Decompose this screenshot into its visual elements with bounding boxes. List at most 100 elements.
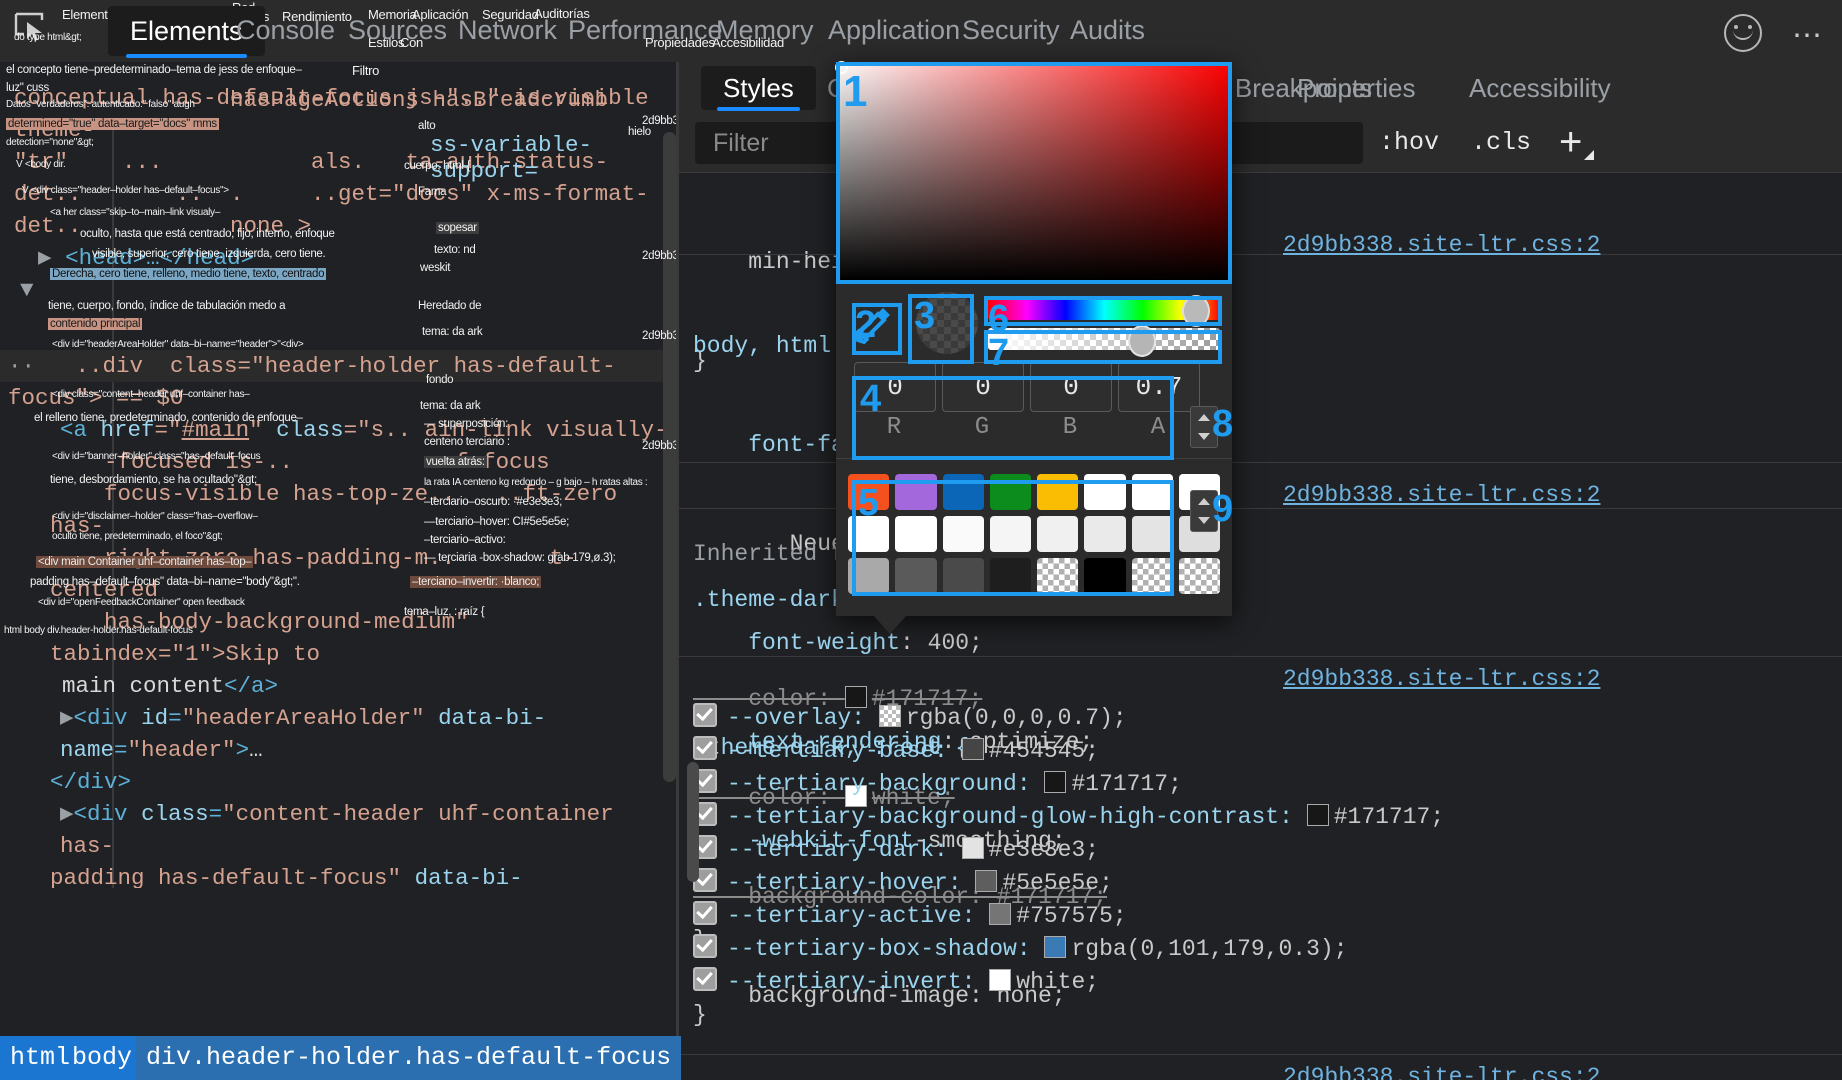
css-var-value: rgba(0,0,0,0.7); — [906, 705, 1127, 731]
css-source-link[interactable]: 2d9bb338.site-ltr.css:2 — [1283, 482, 1600, 508]
overlay-texto: texto: nd — [434, 244, 475, 256]
overlay-do-type-html: do type html&gt; — [14, 33, 81, 44]
annotation-number-5: 5 — [858, 484, 879, 522]
tab-performance[interactable]: Performance — [568, 8, 723, 52]
css-var-row[interactable]: --tertiary-invert: white; — [693, 966, 1444, 999]
color-swatch[interactable] — [879, 705, 901, 727]
cls-toggle[interactable]: .cls — [1471, 122, 1531, 164]
css-var-name: --overlay: — [727, 705, 865, 731]
css-var-value: rgba(0,101,179,0.3); — [1071, 936, 1347, 962]
color-swatch[interactable] — [1307, 804, 1329, 826]
color-swatch[interactable] — [989, 969, 1011, 991]
color-swatch[interactable] — [962, 837, 984, 859]
css-source-link[interactable]: 2d9bb338.site-ltr.css:2 — [1283, 1064, 1600, 1080]
more-options-icon[interactable]: ⋯ — [1792, 18, 1824, 53]
css-var-row[interactable]: --tertiary-base: #454545; — [693, 735, 1444, 768]
css-var-row[interactable]: --tertiary-box-shadow: rgba(0,101,179,0.… — [693, 933, 1444, 966]
picker-tail-arrow — [874, 616, 906, 634]
overlay-filtro: Filtro — [352, 64, 379, 78]
tab-security[interactable]: Security — [962, 8, 1060, 52]
css-closing-brace: } — [693, 999, 1444, 1032]
rule-separator — [679, 656, 1842, 657]
css-var-value: #171717; — [1071, 771, 1181, 797]
css-var-value: #757575; — [1016, 903, 1126, 929]
overlay-terciario-activo: –terciario–activo: — [424, 534, 506, 546]
color-swatch[interactable] — [1044, 771, 1066, 793]
color-swatch[interactable] — [989, 903, 1011, 925]
breadcrumb-item-body[interactable]: body — [72, 1036, 132, 1080]
tab-accessibility[interactable]: Accessibility — [1469, 66, 1611, 110]
color-swatch[interactable] — [975, 870, 997, 892]
tab-network[interactable]: Network — [458, 8, 557, 52]
annotation-number-7: 7 — [988, 334, 1009, 372]
tab-styles[interactable]: Styles — [701, 66, 816, 110]
dom-tree-scrollbar[interactable] — [663, 132, 676, 782]
css-var-row[interactable]: --tertiary-background: #171717; — [693, 768, 1444, 801]
overlay-text: luz" cuss — [6, 82, 49, 94]
overlay-text: <div id="openFeedbackContainer" open fee… — [38, 598, 245, 609]
enable-checkbox[interactable] — [693, 934, 717, 958]
overlay-hielo: hielo — [628, 126, 651, 138]
overlay-centeno: centeno terciario : — [424, 436, 510, 448]
breadcrumb-item-div[interactable]: div.header-holder.has-default-focus — [136, 1036, 681, 1080]
new-style-rule-button[interactable]: + — [1559, 118, 1582, 166]
feedback-smiley-icon[interactable] — [1724, 14, 1762, 52]
css-var-row[interactable]: --tertiary-dark: #e3e3e3; — [693, 834, 1444, 867]
overlay-tema-luz: tema–luz, : raíz { — [404, 606, 484, 618]
css-source-link[interactable]: 2d9bb338.site-ltr.css:2 — [1283, 232, 1600, 258]
overlay-text: el concepto tiene–predeterminado–tema de… — [6, 64, 302, 76]
overlay-text: <div class="content–header uhf–container… — [52, 390, 249, 401]
tab-console[interactable]: Console — [236, 8, 335, 52]
color-swatch[interactable] — [962, 738, 984, 760]
overlay-text: V <div class="header–holder has–default–… — [22, 186, 229, 197]
css-var-name: --tertiary-base: — [727, 738, 948, 764]
overlay-text: el relleno tiene, predeterminado, conten… — [34, 412, 303, 424]
css-var-row[interactable]: --tertiary-background-glow-high-contrast… — [693, 801, 1444, 834]
overlay-text: <a her class="skip–to–main–link visualy– — [50, 208, 220, 219]
enable-checkbox[interactable] — [693, 736, 717, 760]
breadcrumb-item-html[interactable]: html — [10, 1036, 70, 1080]
css-var-name: --tertiary-dark: — [727, 837, 948, 863]
annotation-number-8: 8 — [1212, 405, 1233, 443]
overlay-alto: alto — [418, 120, 435, 132]
overlay-tema-dark-2: tema: da ark — [420, 400, 480, 412]
overlay-terciano-invertir: –terciano–invertir: ·blanco; — [410, 576, 541, 588]
tab-application[interactable]: Application — [828, 8, 960, 52]
overlay-body-html: cuerpo, html { — [404, 160, 470, 172]
tab-properties[interactable]: Properties — [1297, 66, 1416, 110]
tab-memory[interactable]: Memory — [716, 8, 814, 52]
palette-swatch-transparent[interactable] — [1179, 558, 1220, 594]
tab-audits[interactable]: Audits — [1070, 8, 1145, 52]
css-var-value: #171717; — [1334, 804, 1444, 830]
css-var-name: --tertiary-invert: — [727, 969, 975, 995]
css-var-name: --tertiary-background-glow-high-contrast… — [727, 804, 1293, 830]
css-var-row[interactable]: --overlay: rgba(0,0,0,0.7); — [693, 702, 1444, 735]
styles-scrollbar[interactable] — [687, 762, 699, 882]
css-var-row[interactable]: --tertiary-active: #757575; — [693, 900, 1444, 933]
overlay-weskit: weskit — [420, 262, 450, 274]
annotation-number-3: 3 — [914, 297, 935, 335]
tab-sources[interactable]: Sources — [348, 8, 447, 52]
css-source-link[interactable]: 2d9bb338.site-ltr.css:2 — [1283, 666, 1600, 692]
overlay-heredado: Heredado de — [418, 300, 481, 312]
enable-checkbox[interactable] — [693, 703, 717, 727]
overlay-text: detection="none"&gt; — [6, 138, 94, 149]
enable-checkbox[interactable] — [693, 967, 717, 991]
overlay-fama: Fama — [418, 186, 446, 198]
hov-toggle[interactable]: :hov — [1379, 122, 1439, 164]
overlay-terciaria-shadow: — terciaria -box-shadow: grab 179,ø.3); — [424, 552, 616, 564]
devtools-top-toolbar: do type html&gt; Elementos Consola Oríge… — [0, 0, 1842, 63]
color-swatch[interactable] — [1044, 936, 1066, 958]
annotation-box-1 — [836, 62, 1232, 284]
overlay-text: <div id="disclaimer–holder" class="has–o… — [52, 512, 258, 523]
annotation-box-4 — [852, 376, 1174, 460]
overlay-vuelta: vuelta atrás: — [424, 456, 487, 468]
breadcrumb: html body div.header-holder.has-default-… — [0, 1036, 676, 1080]
annotation-number-9: 9 — [1212, 490, 1233, 528]
overlay-text: oculto, hasta que está centrado, fijo, i… — [80, 228, 335, 240]
css-var-row[interactable]: --tertiary-hover: #5e5e5e; — [693, 867, 1444, 900]
overlay-text: visible, superior, cero tiene, izquierda… — [92, 248, 325, 260]
annotation-number-1: 1 — [843, 70, 867, 114]
annotation-number-2: 2 — [855, 306, 876, 344]
enable-checkbox[interactable] — [693, 901, 717, 925]
